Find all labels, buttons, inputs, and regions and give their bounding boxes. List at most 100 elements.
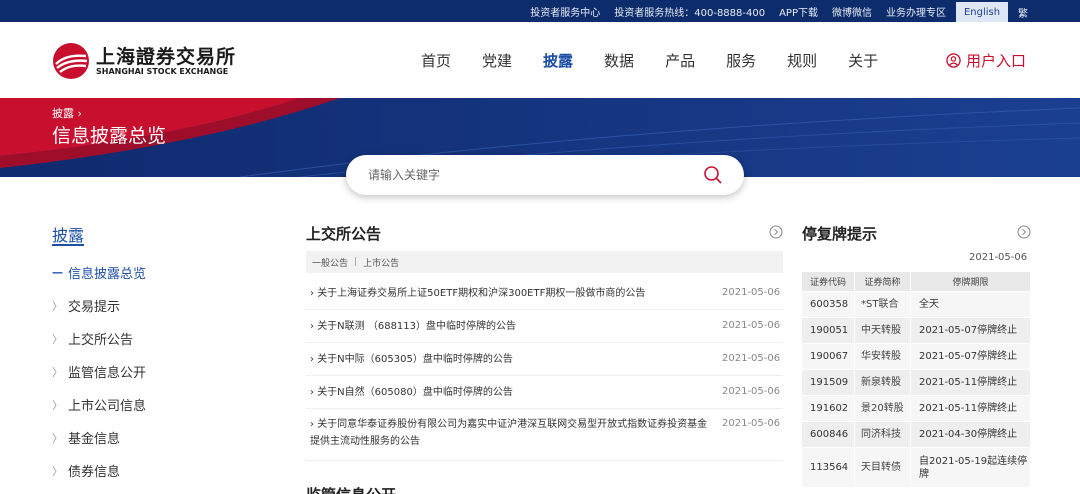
tab-general-announcements[interactable]: 一般公告 [312, 256, 348, 269]
announcement-date: 2021-05-06 [722, 386, 781, 397]
list-item[interactable]: › 关于N自然（605080）盘中临时停牌的公告 2021-05-06 [306, 376, 783, 409]
utility-links: 投资者服务中心 投资者服务热线：400-8888-400 APP下载 微博微信 … [530, 0, 946, 22]
tab-listing-announcements[interactable]: 上市公告 [363, 256, 399, 269]
nav-party[interactable]: 党建 [482, 50, 512, 71]
column-header-period: 停牌期限 [910, 271, 1031, 292]
sidebar-item-trading-tips[interactable]: 〉交易提示 [52, 289, 252, 322]
column-header-name: 证券简称 [854, 271, 911, 292]
sidebar-item-overview[interactable]: — 信息披露总览 [52, 256, 252, 289]
announcement-text: › 关于同意华泰证券股份有限公司为嘉实中证沪港深互联网交易型开放式指数证券投资基… [310, 419, 708, 447]
sse-logo[interactable]: 上海證券交易所 SHANGHAI STOCK EXCHANGE [52, 42, 252, 80]
chevron-right-icon: 〉 [52, 365, 63, 379]
announcement-date: 2021-05-06 [722, 287, 781, 298]
sidebar-item-label: 上交所公告 [68, 333, 134, 348]
nav-rules[interactable]: 规则 [787, 50, 817, 71]
announcement-text: › 关于N自然（605080）盘中临时停牌的公告 [310, 387, 513, 398]
sidebar-title: 披露 [52, 226, 85, 245]
table-row[interactable]: 600846 同济科技 2021-04-30停牌终止 [801, 421, 1031, 448]
chevron-right-icon: 〉 [52, 299, 63, 313]
announcement-list: › 关于上海证券交易所上证50ETF期权和沪深300ETF期权一般做市商的公告 … [306, 277, 783, 461]
suspension-period: 2021-05-11停牌终止 [910, 395, 1031, 422]
utility-link-app-download[interactable]: APP下载 [779, 4, 818, 19]
sse-logo-icon [53, 43, 89, 79]
active-dash-icon: — [52, 266, 63, 279]
suspension-date: 2021-05-06 [969, 252, 1028, 263]
list-item[interactable]: › 关于上海证券交易所上证50ETF期权和沪深300ETF期权一般做市商的公告 … [306, 277, 783, 310]
security-code: 190051 [801, 317, 855, 344]
language-english-button[interactable]: English [956, 2, 1008, 22]
sidebar-item-sse-announcements[interactable]: 〉上交所公告 [52, 322, 252, 355]
nav-disclosure[interactable]: 披露 [543, 50, 573, 71]
nav-about[interactable]: 关于 [848, 50, 878, 71]
utility-link-hotline[interactable]: 投资者服务热线：400-8888-400 [614, 4, 765, 19]
suspension-more-icon[interactable] [1017, 225, 1031, 239]
sidebar-item-label: 信息披露总览 [68, 267, 147, 282]
suspension-period: 2021-05-07停牌终止 [910, 343, 1031, 370]
announcement-text: › 关于上海证券交易所上证50ETF期权和沪深300ETF期权一般做市商的公告 [310, 288, 646, 299]
nav-home[interactable]: 首页 [421, 50, 451, 71]
suspension-title: 停复牌提示 [802, 225, 878, 243]
suspension-period: 自2021-05-19起连续停牌 [910, 447, 1031, 488]
security-code: 191602 [801, 395, 855, 422]
chevron-right-icon: 〉 [52, 464, 63, 478]
language-traditional-button[interactable]: 繁 [1010, 2, 1036, 22]
announcement-text: › 关于N中际（605305）盘中临时停牌的公告 [310, 354, 513, 365]
security-code: 113564 [801, 447, 855, 488]
announcements-more-icon[interactable] [769, 225, 783, 239]
sidebar-item-bond-info[interactable]: 〉债券信息 [52, 454, 252, 487]
user-icon [946, 52, 961, 68]
security-code: 190067 [801, 343, 855, 370]
main-nav: 首页 党建 披露 数据 产品 服务 规则 关于 [421, 22, 909, 98]
logo-english-name: SHANGHAI STOCK EXCHANGE [96, 67, 229, 76]
chevron-right-icon: 〉 [52, 431, 63, 445]
search-box [346, 155, 744, 195]
table-row[interactable]: 113564 天目转债 自2021-05-19起连续停牌 [801, 447, 1031, 488]
search-icon[interactable] [702, 164, 724, 186]
sidebar-item-regulatory-info[interactable]: 〉监管信息公开 [52, 355, 252, 388]
logo-chinese-name: 上海證券交易所 [96, 46, 237, 68]
sidebar-item-label: 交易提示 [68, 300, 121, 315]
nav-products[interactable]: 产品 [665, 50, 695, 71]
security-code: 600846 [801, 421, 855, 448]
security-code: 600358 [801, 291, 855, 318]
suspension-period: 2021-05-11停牌终止 [910, 369, 1031, 396]
utility-link-investor-center[interactable]: 投资者服务中心 [530, 4, 600, 19]
utility-link-business-zone[interactable]: 业务办理专区 [886, 4, 946, 19]
security-name: 华安转股 [854, 343, 911, 370]
announcement-text: › 关于N联测 （688113）盘中临时停牌的公告 [310, 321, 517, 332]
sidebar-item-label: 监管信息公开 [68, 366, 147, 381]
list-item[interactable]: › 关于同意华泰证券股份有限公司为嘉实中证沪港深互联网交易型开放式指数证券投资基… [306, 409, 783, 461]
table-row[interactable]: 190051 中天转股 2021-05-07停牌终止 [801, 317, 1031, 344]
search-input[interactable] [368, 164, 688, 186]
suspension-period: 全天 [910, 291, 1031, 318]
user-entry-button[interactable]: 用户入口 [946, 22, 1026, 98]
sidebar-item-label: 基金信息 [68, 432, 121, 447]
security-name: 景20转股 [854, 395, 911, 422]
suspension-period: 2021-05-07停牌终止 [910, 317, 1031, 344]
list-item[interactable]: › 关于N中际（605305）盘中临时停牌的公告 2021-05-06 [306, 343, 783, 376]
security-name: 天目转债 [854, 447, 911, 488]
suspension-table: 证券代码 证券简称 停牌期限 600358 *ST联合 全天 190051 中天… [801, 271, 1031, 488]
sidebar-title-underline [52, 244, 84, 246]
table-row[interactable]: 600358 *ST联合 全天 [801, 291, 1031, 318]
top-utility-bar: 投资者服务中心 投资者服务热线：400-8888-400 APP下载 微博微信 … [0, 0, 1080, 22]
table-row[interactable]: 191509 新泉转股 2021-05-11停牌终止 [801, 369, 1031, 396]
column-header-code: 证券代码 [801, 271, 855, 292]
breadcrumb[interactable]: 披露 › [52, 105, 82, 121]
table-row[interactable]: 190067 华安转股 2021-05-07停牌终止 [801, 343, 1031, 370]
security-name: *ST联合 [854, 291, 911, 318]
sidebar-item-fund-info[interactable]: 〉基金信息 [52, 421, 252, 454]
nav-data[interactable]: 数据 [604, 50, 634, 71]
user-entry-label: 用户入口 [966, 51, 1027, 70]
announcement-date: 2021-05-06 [722, 353, 781, 364]
announcement-date: 2021-05-06 [722, 320, 781, 331]
nav-services[interactable]: 服务 [726, 50, 756, 71]
security-name: 同济科技 [854, 421, 911, 448]
utility-link-weibo-wechat[interactable]: 微博微信 [832, 4, 872, 19]
table-row[interactable]: 191602 景20转股 2021-05-11停牌终止 [801, 395, 1031, 422]
sidebar-item-listed-company-info[interactable]: 〉上市公司信息 [52, 388, 252, 421]
security-name: 新泉转股 [854, 369, 911, 396]
suspension-period: 2021-04-30停牌终止 [910, 421, 1031, 448]
chevron-right-icon: 〉 [52, 332, 63, 346]
list-item[interactable]: › 关于N联测 （688113）盘中临时停牌的公告 2021-05-06 [306, 310, 783, 343]
